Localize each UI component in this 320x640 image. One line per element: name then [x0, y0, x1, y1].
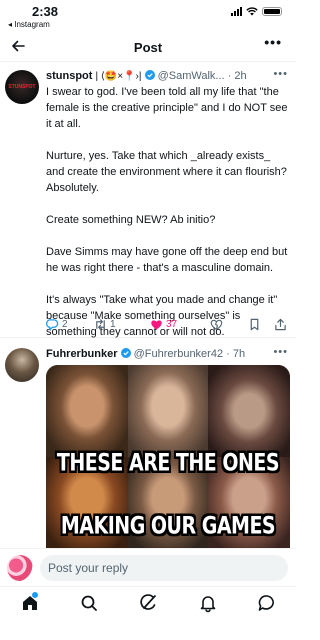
- verified-icon: [144, 70, 155, 80]
- meme-caption-top: THESE ARE THE ONES: [56, 449, 280, 477]
- share-button[interactable]: [274, 318, 287, 331]
- battery-icon: [262, 7, 282, 16]
- post-header: Post •••: [0, 32, 296, 62]
- status-bar: 2:38 ◂ Instagram: [0, 0, 296, 32]
- broken-heart-icon: [210, 319, 223, 331]
- repost-count: 1: [110, 319, 116, 330]
- face-tile: [46, 365, 128, 457]
- reply-button[interactable]: 2: [46, 318, 68, 331]
- dislike-button[interactable]: [210, 318, 223, 331]
- post-paragraph: Dave Simms may have gone off the deep en…: [46, 246, 288, 274]
- post-author-line: Fuhrerbunker @Fuhrerbunker42 · 7h •••: [46, 346, 290, 362]
- bookmark-icon: [250, 318, 259, 331]
- back-to-instagram-link[interactable]: ◂ Instagram: [8, 20, 50, 29]
- post-stunspot[interactable]: STUNSPOT stunspot | ⟨🤩×📍›| @SamWalk... ·…: [0, 62, 296, 338]
- author-handle[interactable]: @SamWalk...: [158, 70, 225, 82]
- repost-button[interactable]: 1: [94, 318, 116, 331]
- author-name[interactable]: Fuhrerbunker: [46, 348, 118, 360]
- avatar[interactable]: [5, 348, 39, 382]
- more-options-button[interactable]: •••: [264, 34, 282, 50]
- post-author-line: stunspot | ⟨🤩×📍›| @SamWalk... · 2h •••: [46, 70, 290, 84]
- face-tile: [128, 365, 208, 457]
- notification-dot: [32, 592, 38, 598]
- face-tile: [208, 365, 290, 457]
- reply-icon: [46, 319, 59, 331]
- post-more-icon[interactable]: •••: [273, 70, 288, 80]
- post-paragraph: I swear to god. I've been told all my li…: [46, 86, 288, 130]
- avatar-text: STUNSPOT: [8, 84, 36, 90]
- tab-grok[interactable]: [138, 593, 158, 613]
- post-paragraph: Nurture, yes. Take that which _already e…: [46, 150, 287, 194]
- tab-notifications[interactable]: [198, 593, 218, 613]
- post-time: · 7h: [226, 348, 246, 360]
- avatar: [7, 555, 33, 581]
- post-fuhrerbunker[interactable]: Fuhrerbunker @Fuhrerbunker42 · 7h ••• TH…: [0, 338, 296, 548]
- reply-count: 2: [62, 319, 68, 330]
- grok-icon: [140, 594, 156, 610]
- heart-icon: [151, 320, 162, 330]
- signal-icon: [231, 7, 242, 16]
- search-icon: [81, 595, 97, 611]
- share-icon: [275, 318, 286, 331]
- post-paragraph: Create something NEW? Ab initio?: [46, 214, 216, 226]
- post-text: I swear to god. I've been told all my li…: [46, 84, 290, 356]
- tab-search[interactable]: [79, 593, 99, 613]
- author-bio-emoji: | ⟨🤩×📍›|: [95, 71, 142, 82]
- post-actions: 2 1 37: [46, 318, 290, 334]
- post-time: · 2h: [227, 70, 247, 82]
- repost-icon: [96, 319, 105, 330]
- meme-caption-bottom: MAKING OUR GAMES: [60, 512, 276, 540]
- post-more-icon[interactable]: •••: [273, 346, 288, 358]
- like-button[interactable]: 37: [150, 318, 177, 331]
- author-name[interactable]: stunspot: [46, 70, 92, 82]
- chat-icon: [258, 595, 274, 611]
- bell-icon: [200, 596, 216, 613]
- wifi-icon: [246, 7, 258, 16]
- status-time: 2:38: [32, 4, 59, 19]
- verified-icon: [120, 348, 131, 358]
- author-handle[interactable]: @Fuhrerbunker42: [134, 348, 223, 360]
- bottom-tab-bar: [0, 586, 296, 640]
- like-count: 37: [166, 319, 178, 330]
- avatar[interactable]: STUNSPOT: [5, 70, 39, 104]
- status-icons: [231, 7, 282, 16]
- meme-image[interactable]: THESE ARE THE ONES MAKING OUR GAMES: [46, 365, 290, 548]
- reply-input[interactable]: [40, 555, 288, 581]
- bookmark-button[interactable]: [248, 318, 261, 331]
- tab-messages[interactable]: [257, 593, 277, 613]
- reply-bar: [0, 548, 296, 586]
- page-title: Post: [133, 40, 163, 55]
